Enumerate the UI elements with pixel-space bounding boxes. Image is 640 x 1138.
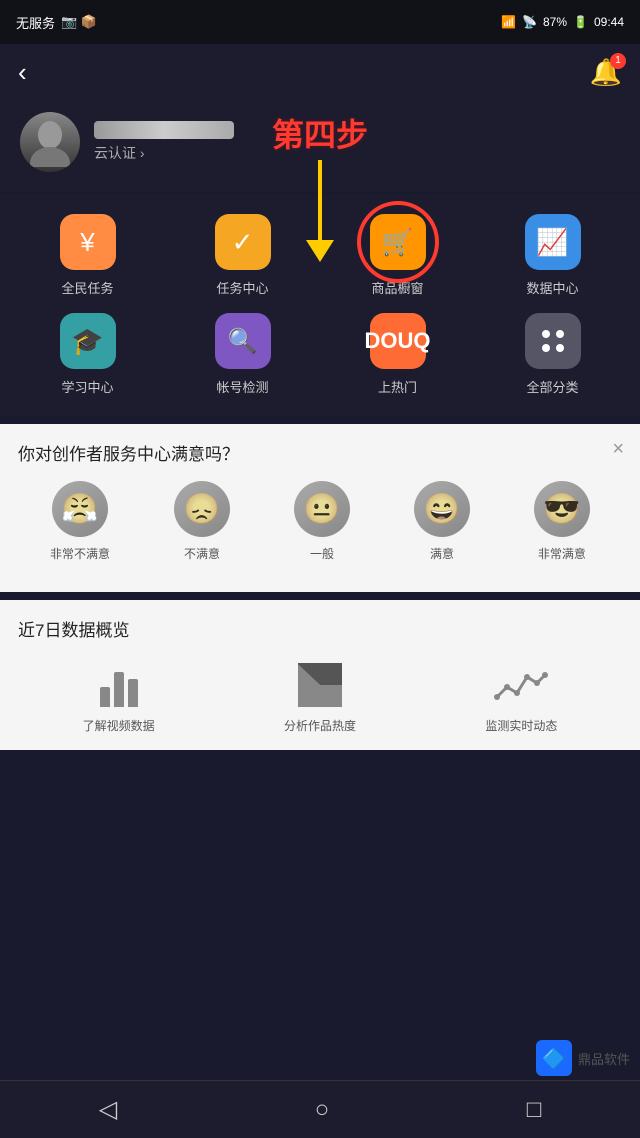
header: ‹ 🔔 1 bbox=[0, 44, 640, 100]
emoji-row: 😤 非常不满意 😞 不满意 😐 一般 😄 满意 😎 非常满意 bbox=[18, 481, 622, 562]
avatar-image bbox=[20, 112, 80, 172]
status-bar: 无服务 📷 📦 📶 📡 87% 🔋 09:44 bbox=[0, 0, 640, 44]
battery-text: 87% bbox=[543, 15, 567, 29]
shuju-label: 数据中心 bbox=[526, 278, 578, 297]
xuexi-label: 学习中心 bbox=[61, 377, 113, 396]
step-label: 第四步 bbox=[272, 110, 368, 156]
profile-info: 云认证 › bbox=[94, 121, 234, 163]
wifi-icon: 📡 bbox=[522, 15, 537, 29]
signal-icon: 📶 bbox=[501, 15, 516, 29]
xuexi-icon: 🎓 bbox=[60, 313, 116, 369]
data-label-video: 了解视频数据 bbox=[83, 717, 155, 734]
emoji-label-2: 不满意 bbox=[184, 545, 220, 562]
pie-chart-icon bbox=[290, 657, 350, 707]
bottom-nav: ◁ ○ □ bbox=[0, 1080, 640, 1138]
arrow-line bbox=[318, 160, 322, 240]
emoji-unhappy[interactable]: 😞 不满意 bbox=[174, 481, 230, 562]
fenlei-label: 全部分类 bbox=[526, 377, 578, 396]
emoji-face-4: 😄 bbox=[414, 481, 470, 537]
remen-icon: DОUQ bbox=[370, 313, 426, 369]
quanmin-label: 全民任务 bbox=[61, 278, 113, 297]
watermark-text: 鼎品软件 bbox=[578, 1049, 630, 1068]
emoji-face-5: 😎 bbox=[534, 481, 590, 537]
zhanghao-label: 帐号检测 bbox=[216, 377, 268, 396]
shangpin-icon: 🛒 bbox=[370, 214, 426, 270]
recent-nav-button[interactable]: □ bbox=[527, 1096, 542, 1124]
zhanghao-icon: 🔍 bbox=[215, 313, 271, 369]
data-section: 近7日数据概览 了解视频数据 分析作品热度 bbox=[0, 600, 640, 750]
time-text: 09:44 bbox=[594, 15, 624, 29]
watermark: 🔷 鼎品软件 bbox=[536, 1040, 630, 1076]
bell-badge: 1 bbox=[610, 53, 626, 69]
menu-item-shuju[interactable]: 📈 数据中心 bbox=[475, 214, 630, 297]
data-card-video[interactable]: 了解视频数据 bbox=[83, 657, 155, 734]
watermark-icon: 🔷 bbox=[536, 1040, 572, 1076]
menu-item-fenlei[interactable]: 全部分类 bbox=[475, 313, 630, 396]
status-left: 无服务 📷 📦 bbox=[16, 13, 97, 32]
emoji-face-3: 😐 bbox=[294, 481, 350, 537]
menu-item-remen[interactable]: DОUQ 上热门 bbox=[320, 313, 475, 396]
data-label-realtime: 监测实时动态 bbox=[485, 717, 557, 734]
menu-item-xuexi[interactable]: 🎓 学习中心 bbox=[10, 313, 165, 396]
remen-label: 上热门 bbox=[378, 377, 417, 396]
battery-icon: 🔋 bbox=[573, 15, 588, 29]
data-label-heat: 分析作品热度 bbox=[284, 717, 356, 734]
back-button[interactable]: ‹ bbox=[18, 57, 27, 88]
home-nav-button[interactable]: ○ bbox=[315, 1096, 330, 1124]
cloud-cert-label: 云认证 › bbox=[94, 143, 145, 163]
data-cards: 了解视频数据 分析作品热度 bbox=[18, 657, 622, 734]
line-chart-icon bbox=[491, 657, 551, 707]
survey-section: 你对创作者服务中心满意吗？ × 😤 非常不满意 😞 不满意 😐 一般 😄 满意 … bbox=[0, 424, 640, 592]
data-section-title: 近7日数据概览 bbox=[18, 616, 622, 641]
cloud-cert[interactable]: 云认证 › bbox=[94, 143, 234, 163]
menu-item-quanmin[interactable]: ¥ 全民任务 bbox=[10, 214, 165, 297]
survey-close-button[interactable]: × bbox=[612, 438, 624, 461]
fenlei-icon bbox=[525, 313, 581, 369]
emoji-face-2: 😞 bbox=[174, 481, 230, 537]
bar-chart-icon bbox=[89, 657, 149, 707]
shangpin-label: 商品橱窗 bbox=[371, 278, 423, 297]
signal-icons: 📷 📦 bbox=[61, 14, 97, 30]
emoji-happy[interactable]: 😄 满意 bbox=[414, 481, 470, 562]
quanmin-icon: ¥ bbox=[60, 214, 116, 270]
emoji-very-unhappy[interactable]: 😤 非常不满意 bbox=[50, 481, 110, 562]
bell-container[interactable]: 🔔 1 bbox=[590, 57, 622, 88]
annotation-container: 第四步 bbox=[272, 110, 368, 262]
avatar[interactable] bbox=[20, 112, 80, 172]
shuju-icon: 📈 bbox=[525, 214, 581, 270]
arrow-head bbox=[306, 240, 334, 262]
data-card-realtime[interactable]: 监测实时动态 bbox=[485, 657, 557, 734]
emoji-label-1: 非常不满意 bbox=[50, 545, 110, 562]
emoji-very-happy[interactable]: 😎 非常满意 bbox=[534, 481, 590, 562]
carrier-text: 无服务 bbox=[16, 13, 55, 32]
renwu-label: 任务中心 bbox=[216, 278, 268, 297]
emoji-label-3: 一般 bbox=[310, 545, 334, 562]
data-card-heat[interactable]: 分析作品热度 bbox=[284, 657, 356, 734]
menu-item-zhanghao[interactable]: 🔍 帐号检测 bbox=[165, 313, 320, 396]
profile-name-bar bbox=[94, 121, 234, 139]
back-nav-button[interactable]: ◁ bbox=[99, 1095, 117, 1124]
emoji-label-5: 非常满意 bbox=[538, 545, 586, 562]
survey-title: 你对创作者服务中心满意吗？ bbox=[18, 440, 622, 465]
annotation-arrow bbox=[272, 160, 368, 262]
renwu-icon: ✓ bbox=[215, 214, 271, 270]
emoji-neutral[interactable]: 😐 一般 bbox=[294, 481, 350, 562]
status-right: 📶 📡 87% 🔋 09:44 bbox=[501, 15, 624, 29]
emoji-label-4: 满意 bbox=[430, 545, 454, 562]
emoji-face-1: 😤 bbox=[52, 481, 108, 537]
